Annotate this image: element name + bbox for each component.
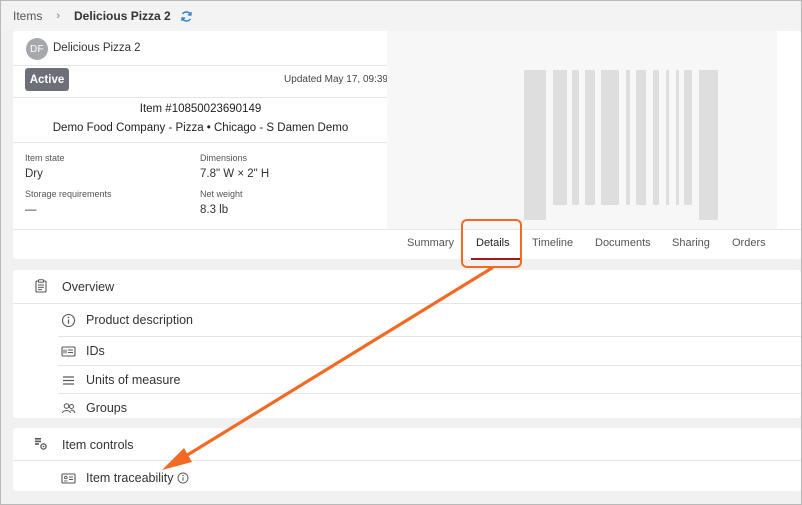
settings-stack-icon [35, 438, 47, 450]
updated-timestamp: Updated May 17, 09:39 [284, 74, 388, 85]
barcode-bar [524, 70, 546, 220]
tab-orders[interactable]: Orders [732, 237, 766, 249]
breadcrumb-separator: › [56, 10, 61, 22]
barcode-bar [585, 70, 595, 205]
controls-row-item-traceability[interactable]: Item traceability [58, 464, 801, 493]
barcode-bar [553, 70, 567, 205]
divider [13, 142, 388, 143]
tab-documents[interactable]: Documents [595, 237, 651, 249]
barcode-bar [699, 70, 718, 220]
item-controls-header[interactable]: Item controls [13, 428, 801, 460]
barcode-bar [626, 70, 630, 205]
dimensions-label: Dimensions [200, 153, 248, 163]
overview-header[interactable]: Overview [13, 270, 801, 303]
status-badge: Active [25, 68, 69, 91]
barcode-bar [684, 70, 692, 205]
row-label: Units of measure [86, 373, 181, 387]
clipboard-icon [35, 279, 47, 293]
info-icon [61, 313, 76, 328]
barcode-bar [676, 70, 679, 205]
barcode-bar [653, 70, 659, 205]
item-info-panel: DF Delicious Pizza 2 Active Updated May … [13, 31, 388, 229]
row-label: Item traceability [86, 471, 189, 485]
tab-bar: Summary Details Timeline Documents Shari… [13, 229, 801, 260]
tab-timeline[interactable]: Timeline [532, 237, 573, 249]
divider [13, 460, 801, 461]
barcode-bar [666, 70, 669, 205]
item-company: Demo Food Company - Pizza • Chicago - S … [52, 122, 349, 134]
row-label: Groups [86, 401, 127, 415]
avatar: DF [26, 38, 48, 60]
overview-row-units-of-measure[interactable]: Units of measure [58, 365, 801, 394]
tab-sharing[interactable]: Sharing [672, 237, 710, 249]
divider [13, 97, 388, 98]
breadcrumb-current: Delicious Pizza 2 [74, 9, 171, 23]
barcode-bar [636, 70, 646, 205]
overview-section: Overview Product description IDs Units o… [13, 270, 801, 418]
item-controls-title: Item controls [62, 438, 134, 452]
tab-summary[interactable]: Summary [407, 237, 454, 249]
refresh-icon[interactable] [180, 10, 193, 23]
info-icon[interactable] [177, 472, 189, 484]
item-controls-section: Item controls Item traceability [13, 428, 801, 491]
divider [13, 303, 801, 304]
breadcrumb: Items › Delicious Pizza 2 [1, 1, 801, 31]
item-state-value: Dry [25, 168, 43, 180]
overview-row-groups[interactable]: Groups [58, 393, 801, 418]
row-label: Product description [86, 313, 194, 327]
item-number: Item #10850023690149 [139, 103, 262, 115]
row-label: IDs [86, 344, 105, 358]
storage-requirements-value: — [25, 204, 37, 216]
item-traceability-label: Item traceability [86, 471, 174, 485]
overview-row-ids[interactable]: IDs [58, 336, 801, 365]
overview-title: Overview [62, 280, 115, 294]
item-header-card: DF Delicious Pizza 2 Active Updated May … [13, 31, 801, 260]
users-icon [62, 403, 76, 414]
net-weight-label: Net weight [200, 189, 243, 199]
storage-requirements-label: Storage requirements [25, 189, 112, 199]
item-image-placeholder [387, 31, 777, 229]
traceability-icon [61, 473, 76, 484]
barcode-bar [572, 70, 579, 205]
id-card-icon [61, 346, 76, 357]
item-state-label: Item state [25, 153, 65, 163]
breadcrumb-items-link[interactable]: Items [13, 9, 42, 23]
item-name: Delicious Pizza 2 [53, 42, 141, 54]
net-weight-value: 8.3 lb [200, 204, 229, 216]
divider [13, 65, 388, 66]
list-icon [63, 376, 74, 385]
overview-row-product-description[interactable]: Product description [58, 306, 801, 335]
details-tab-highlight [461, 219, 522, 268]
dimensions-value: 7.8" W × 2" H [200, 168, 270, 180]
barcode-bar [601, 70, 619, 205]
